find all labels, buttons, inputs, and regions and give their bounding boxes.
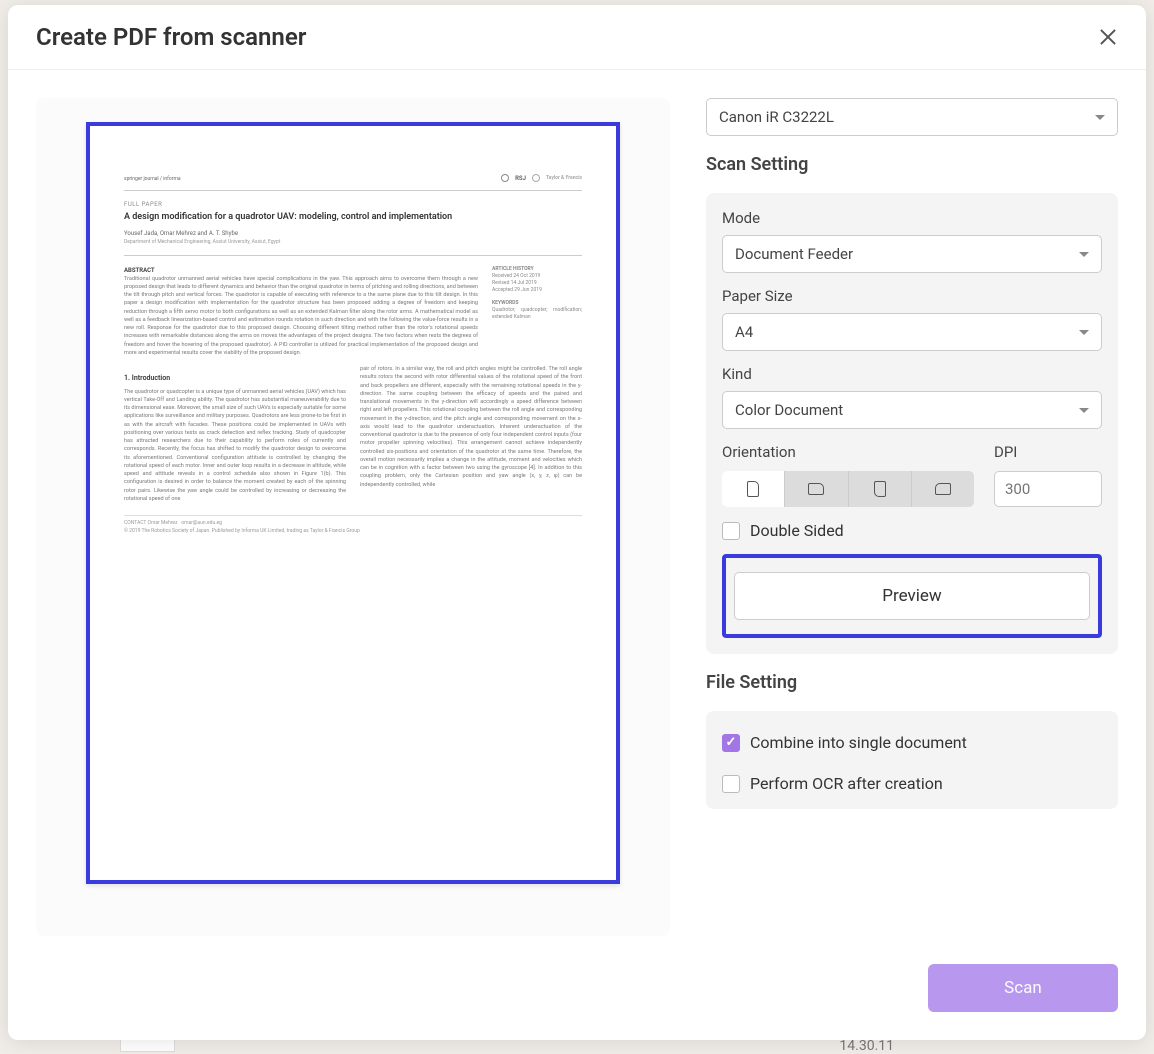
dialog-title: Create PDF from scanner bbox=[36, 23, 306, 51]
rsj-logo-text: RSJ bbox=[515, 175, 526, 182]
paper-size-value: A4 bbox=[735, 323, 753, 341]
file-setting-group: Combine into single document Perform OCR… bbox=[706, 711, 1118, 809]
combine-checkbox[interactable] bbox=[722, 734, 740, 752]
scan-button[interactable]: Scan bbox=[928, 964, 1118, 1012]
orientation-landscape-flip-button[interactable] bbox=[912, 471, 974, 507]
scan-setting-group: Mode Document Feeder Paper Size A4 Kind … bbox=[706, 193, 1118, 654]
double-sided-label: Double Sided bbox=[750, 521, 844, 540]
preview-page[interactable]: springer journal / informa RSJ Taylor & … bbox=[86, 122, 620, 884]
kind-label: Kind bbox=[722, 365, 1102, 383]
orientation-buttons bbox=[722, 471, 974, 507]
doc-title: A design modification for a quadrotor UA… bbox=[124, 212, 582, 224]
doc-tag: FULL PAPER bbox=[124, 201, 582, 208]
dialog-footer: Scan bbox=[8, 964, 1146, 1040]
dialog-content: springer journal / informa RSJ Taylor & … bbox=[8, 70, 1146, 964]
orientation-landscape-button[interactable] bbox=[785, 471, 848, 507]
mode-label: Mode bbox=[722, 209, 1102, 227]
combine-label: Combine into single document bbox=[750, 733, 967, 752]
orientation-portrait-button[interactable] bbox=[722, 471, 785, 507]
background-time: 14.30.11 bbox=[839, 1038, 894, 1054]
ocr-checkbox[interactable] bbox=[722, 775, 740, 793]
double-sided-checkbox[interactable] bbox=[722, 522, 740, 540]
scan-setting-label: Scan Setting bbox=[706, 154, 1118, 175]
mode-value: Document Feeder bbox=[735, 245, 853, 263]
combine-row: Combine into single document bbox=[722, 733, 1102, 752]
landscape-icon bbox=[808, 483, 824, 495]
file-setting-label: File Setting bbox=[706, 672, 1118, 693]
scanner-select[interactable]: Canon iR C3222L bbox=[706, 98, 1118, 136]
scanner-dialog: Create PDF from scanner springer journal… bbox=[8, 5, 1146, 1040]
double-sided-row: Double Sided bbox=[722, 521, 1102, 540]
abstract-label: ABSTRACT bbox=[124, 266, 478, 275]
article-meta-label: ARTICLE HISTORY bbox=[492, 266, 582, 273]
preview-button-highlight: Preview bbox=[722, 554, 1102, 638]
scanner-select-value: Canon iR C3222L bbox=[719, 108, 834, 126]
mode-select[interactable]: Document Feeder bbox=[722, 235, 1102, 273]
dialog-header: Create PDF from scanner bbox=[8, 5, 1146, 70]
portrait-flip-icon bbox=[874, 481, 886, 497]
kind-select[interactable]: Color Document bbox=[722, 391, 1102, 429]
doc-affiliation: Department of Mechanical Engineering, As… bbox=[124, 239, 582, 245]
chevron-down-icon bbox=[1079, 408, 1089, 413]
orientation-portrait-flip-button[interactable] bbox=[849, 471, 912, 507]
paper-size-label: Paper Size bbox=[722, 287, 1102, 305]
chevron-down-icon bbox=[1079, 252, 1089, 257]
ocr-row: Perform OCR after creation bbox=[722, 774, 1102, 793]
paper-size-select[interactable]: A4 bbox=[722, 313, 1102, 351]
landscape-flip-icon bbox=[935, 483, 951, 495]
orientation-label: Orientation bbox=[722, 443, 974, 461]
chevron-down-icon bbox=[1079, 330, 1089, 335]
kind-value: Color Document bbox=[735, 401, 843, 419]
portrait-icon bbox=[747, 481, 759, 497]
preview-button[interactable]: Preview bbox=[734, 572, 1090, 620]
dpi-label: DPI bbox=[994, 443, 1102, 461]
ocr-label: Perform OCR after creation bbox=[750, 774, 943, 793]
chevron-down-icon bbox=[1095, 115, 1105, 120]
section-intro: 1. Introduction bbox=[124, 373, 346, 384]
settings-panel: Canon iR C3222L Scan Setting Mode Docume… bbox=[706, 98, 1118, 936]
dpi-input[interactable] bbox=[994, 471, 1102, 507]
preview-panel: springer journal / informa RSJ Taylor & … bbox=[36, 98, 670, 936]
close-icon[interactable] bbox=[1098, 27, 1118, 47]
doc-authors: Yousef Jada, Omar Mehrez and A. T. Shybe bbox=[124, 230, 582, 237]
